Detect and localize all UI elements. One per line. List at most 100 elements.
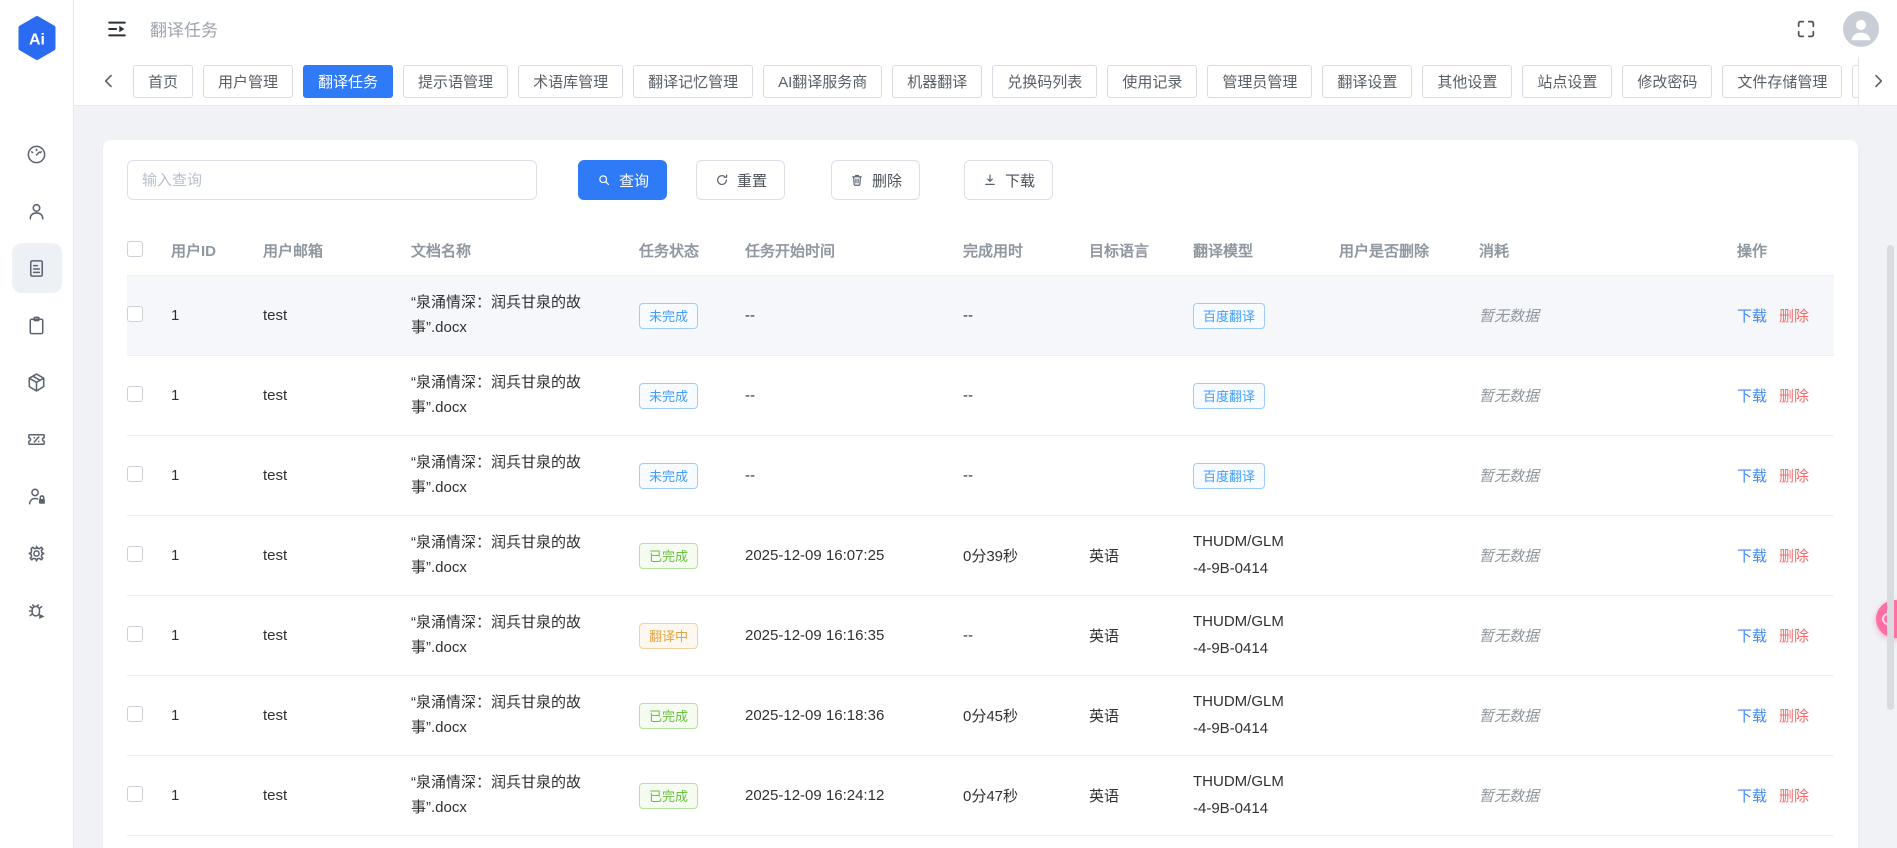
package-icon <box>25 371 48 394</box>
row-checkbox[interactable] <box>127 705 143 722</box>
download-link[interactable]: 下载 <box>1737 788 1767 805</box>
status-cell: 已完成 <box>639 702 745 729</box>
tab-14[interactable]: 修改密码 <box>1622 64 1713 98</box>
sidebar-item-users[interactable] <box>15 189 59 233</box>
model-cell: 百度翻译 <box>1193 382 1339 409</box>
delete-link[interactable]: 删除 <box>1779 308 1809 325</box>
doc-name: “泉涌情深：润兵甘泉的故事”.docx <box>411 693 581 736</box>
refresh-icon <box>714 172 730 188</box>
sidebar-item-dashboard[interactable] <box>15 132 59 176</box>
table-header: 用户ID 用户邮箱 文档名称 任务状态 任务开始时间 完成用时 目标语言 翻译模型 用户是否删除… <box>127 226 1834 276</box>
start-time-cell: -- <box>745 387 755 404</box>
model-cell: THUDM/GLM-4-9B-0414 <box>1193 689 1339 742</box>
cost-cell: 暂无数据 <box>1479 545 1737 566</box>
download-link[interactable]: 下载 <box>1737 308 1767 325</box>
reset-button[interactable]: 重置 <box>696 160 786 200</box>
sidebar-item-translation-tasks[interactable] <box>11 243 62 293</box>
duration-cell: 0分45秒 <box>963 708 1019 725</box>
doc-name-cell: “泉涌情深：润兵甘泉的故事”.docx <box>411 691 639 741</box>
user-id-cell: 1 <box>171 387 180 404</box>
tab-2[interactable]: 翻译任务 <box>303 64 394 98</box>
tab-5[interactable]: 翻译记忆管理 <box>633 64 754 98</box>
delete-link[interactable]: 删除 <box>1779 788 1809 805</box>
cost-cell: 暂无数据 <box>1479 305 1737 326</box>
tab-0[interactable]: 首页 <box>133 64 194 98</box>
model-cell: THUDM/GLM-4-9B-0414 <box>1193 529 1339 582</box>
download-link[interactable]: 下载 <box>1737 388 1767 405</box>
sidebar-item-translation-test[interactable] <box>15 588 59 632</box>
user-icon <box>25 200 48 223</box>
tab-8[interactable]: 兑换码列表 <box>992 64 1098 98</box>
download-link[interactable]: 下载 <box>1737 468 1767 485</box>
query-button[interactable]: 查询 <box>578 160 668 200</box>
cost-cell: 暂无数据 <box>1479 625 1737 646</box>
vertical-scrollbar[interactable] <box>1887 245 1894 710</box>
delete-button[interactable]: 删除 <box>831 160 921 200</box>
status-cell: 未完成 <box>639 382 745 409</box>
app-logo[interactable]: Ai <box>17 16 57 60</box>
duration-cell: -- <box>963 387 973 404</box>
sidebar-item-settings[interactable] <box>15 531 59 575</box>
tab-9[interactable]: 使用记录 <box>1107 64 1198 98</box>
sidebar-item-redeem-codes[interactable] <box>15 417 59 461</box>
row-checkbox[interactable] <box>127 545 143 562</box>
collapse-menu-icon[interactable] <box>106 18 128 40</box>
table-bottom-filler <box>127 836 1834 848</box>
download-link[interactable]: 下载 <box>1737 708 1767 725</box>
sidebar: Ai <box>0 0 74 848</box>
delete-link[interactable]: 删除 <box>1779 628 1809 645</box>
tab-scroll-right-button[interactable] <box>1858 57 1897 105</box>
start-time-cell: 2025-12-09 16:24:12 <box>745 787 885 804</box>
delete-link[interactable]: 删除 <box>1779 388 1809 405</box>
select-all-checkbox[interactable] <box>127 240 143 257</box>
doc-name-cell: “泉涌情深：润兵甘泉的故事”.docx <box>411 371 639 421</box>
tab-10[interactable]: 管理员管理 <box>1207 64 1313 98</box>
download-button[interactable]: 下载 <box>964 160 1054 200</box>
tab-13[interactable]: 站点设置 <box>1522 64 1613 98</box>
tab-12[interactable]: 其他设置 <box>1422 64 1513 98</box>
duration-cell: -- <box>963 627 973 644</box>
tasks-card: 查询 重置 删除 下载 用户ID用户邮箱文档名称任务状态任务 <box>103 140 1858 848</box>
user-id-cell: 1 <box>171 707 180 724</box>
sidebar-item-admins[interactable] <box>15 474 59 518</box>
search-icon <box>596 172 612 188</box>
user-lock-icon <box>25 485 48 508</box>
row-checkbox[interactable] <box>127 385 143 402</box>
status-cell: 翻译中 <box>639 622 745 649</box>
row-checkbox[interactable] <box>127 465 143 482</box>
tab-4[interactable]: 术语库管理 <box>518 64 624 98</box>
doc-name: “泉涌情深：润兵甘泉的故事”.docx <box>411 293 581 336</box>
tab-6[interactable]: AI翻译服务商 <box>763 64 883 98</box>
tab-1[interactable]: 用户管理 <box>203 64 294 98</box>
tab-15[interactable]: 文件存储管理 <box>1722 64 1843 98</box>
delete-link[interactable]: 删除 <box>1779 468 1809 485</box>
download-link[interactable]: 下载 <box>1737 548 1767 565</box>
row-select-cell <box>127 625 171 646</box>
tab-3[interactable]: 提示语管理 <box>403 64 509 98</box>
row-checkbox[interactable] <box>127 785 143 802</box>
search-input[interactable] <box>127 160 537 200</box>
tab-scroll-left-icon[interactable] <box>99 71 119 91</box>
delete-link[interactable]: 删除 <box>1779 548 1809 565</box>
avatar-person-icon <box>1843 11 1879 47</box>
model-cell: THUDM/GLM-4-9B-0414 <box>1193 769 1339 822</box>
user-email-cell: test <box>263 467 288 484</box>
status-badge: 未完成 <box>639 382 699 409</box>
start-time-cell: -- <box>745 467 755 484</box>
sidebar-item-prompts[interactable] <box>15 303 59 347</box>
column-header-11: 操作 <box>1737 243 1768 260</box>
row-checkbox[interactable] <box>127 625 143 642</box>
row-checkbox[interactable] <box>127 305 143 322</box>
tab-11[interactable]: 翻译设置 <box>1322 64 1413 98</box>
download-link[interactable]: 下载 <box>1737 628 1767 645</box>
tabs-container: 首页 用户管理 翻译任务 提示语管理 术语库管理 翻译记忆管理 AI翻译服务商 机器翻译 兑换码… <box>133 64 1897 98</box>
sidebar-item-terminology[interactable] <box>15 360 59 404</box>
column-header-4: 任务状态 <box>639 243 700 260</box>
column-header-3: 文档名称 <box>411 243 472 260</box>
fullscreen-icon[interactable] <box>1795 18 1817 40</box>
avatar[interactable] <box>1843 10 1879 47</box>
doc-name: “泉涌情深：润兵甘泉的故事”.docx <box>411 453 581 496</box>
toolbar: 查询 重置 删除 下载 <box>127 160 1834 200</box>
delete-link[interactable]: 删除 <box>1779 708 1809 725</box>
tab-7[interactable]: 机器翻译 <box>892 64 983 98</box>
